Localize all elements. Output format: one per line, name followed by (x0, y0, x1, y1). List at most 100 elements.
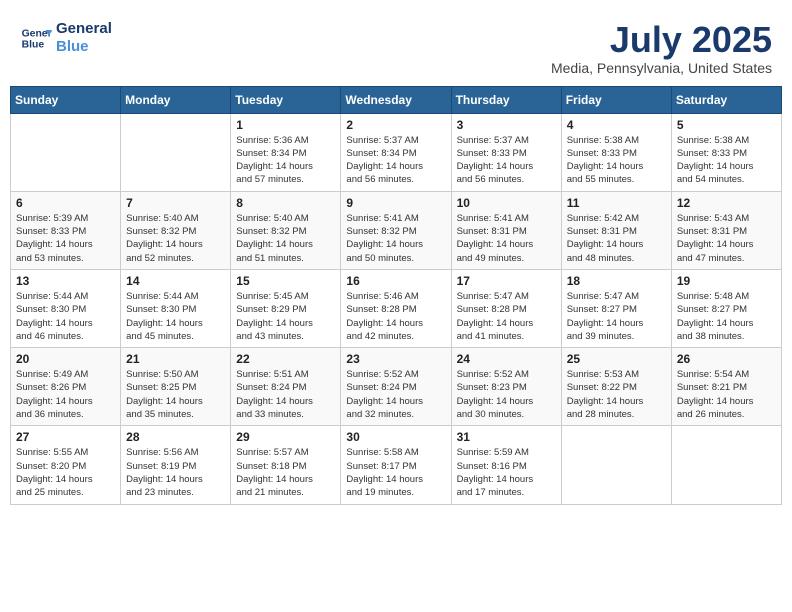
day-cell (121, 113, 231, 191)
day-number: 16 (346, 274, 445, 288)
day-info: Sunrise: 5:44 AM Sunset: 8:30 PM Dayligh… (16, 290, 115, 343)
day-info: Sunrise: 5:54 AM Sunset: 8:21 PM Dayligh… (677, 368, 776, 421)
day-info: Sunrise: 5:56 AM Sunset: 8:19 PM Dayligh… (126, 446, 225, 499)
day-info: Sunrise: 5:39 AM Sunset: 8:33 PM Dayligh… (16, 212, 115, 265)
day-cell: 22 Sunrise: 5:51 AM Sunset: 8:24 PM Dayli… (231, 348, 341, 426)
day-info: Sunrise: 5:38 AM Sunset: 8:33 PM Dayligh… (567, 134, 666, 187)
week-row-4: 20 Sunrise: 5:49 AM Sunset: 8:26 PM Dayli… (11, 348, 782, 426)
day-cell: 14 Sunrise: 5:44 AM Sunset: 8:30 PM Dayli… (121, 269, 231, 347)
day-info: Sunrise: 5:37 AM Sunset: 8:33 PM Dayligh… (457, 134, 556, 187)
day-cell: 25Sunrise: 5:53 AM Sunset: 8:22 PM Dayli… (561, 348, 671, 426)
day-number: 18 (567, 274, 666, 288)
day-cell: 5 Sunrise: 5:38 AM Sunset: 8:33 PM Daylig… (671, 113, 781, 191)
week-row-3: 13 Sunrise: 5:44 AM Sunset: 8:30 PM Dayli… (11, 269, 782, 347)
day-info: Sunrise: 5:48 AM Sunset: 8:27 PM Dayligh… (677, 290, 776, 343)
day-cell: 7 Sunrise: 5:40 AM Sunset: 8:32 PM Daylig… (121, 191, 231, 269)
day-number: 1 (236, 118, 335, 132)
day-info: Sunrise: 5:38 AM Sunset: 8:33 PM Dayligh… (677, 134, 776, 187)
day-cell: 21Sunrise: 5:50 AM Sunset: 8:25 PM Dayli… (121, 348, 231, 426)
day-info: Sunrise: 5:50 AM Sunset: 8:25 PM Dayligh… (126, 368, 225, 421)
weekday-header-monday: Monday (121, 86, 231, 113)
day-info: Sunrise: 5:36 AM Sunset: 8:34 PM Dayligh… (236, 134, 335, 187)
day-info: Sunrise: 5:52 AM Sunset: 8:24 PM Dayligh… (346, 368, 445, 421)
week-row-1: 1 Sunrise: 5:36 AM Sunset: 8:34 PM Daylig… (11, 113, 782, 191)
day-info: Sunrise: 5:41 AM Sunset: 8:32 PM Dayligh… (346, 212, 445, 265)
day-number: 9 (346, 196, 445, 210)
month-title: July 2025 (551, 20, 772, 60)
day-number: 20 (16, 352, 115, 366)
day-info: Sunrise: 5:40 AM Sunset: 8:32 PM Dayligh… (126, 212, 225, 265)
day-cell: 15Sunrise: 5:45 AM Sunset: 8:29 PM Dayli… (231, 269, 341, 347)
day-cell: 26 Sunrise: 5:54 AM Sunset: 8:21 PM Dayli… (671, 348, 781, 426)
day-cell: 10Sunrise: 5:41 AM Sunset: 8:31 PM Dayli… (451, 191, 561, 269)
svg-text:Blue: Blue (22, 40, 45, 51)
day-cell (671, 426, 781, 504)
weekday-header-thursday: Thursday (451, 86, 561, 113)
day-number: 22 (236, 352, 335, 366)
day-cell: 8Sunrise: 5:40 AM Sunset: 8:32 PM Daylig… (231, 191, 341, 269)
week-row-5: 27 Sunrise: 5:55 AM Sunset: 8:20 PM Dayli… (11, 426, 782, 504)
weekday-header-row: SundayMondayTuesdayWednesdayThursdayFrid… (11, 86, 782, 113)
day-number: 19 (677, 274, 776, 288)
logo-icon: General Blue (20, 22, 52, 54)
day-info: Sunrise: 5:57 AM Sunset: 8:18 PM Dayligh… (236, 446, 335, 499)
day-number: 2 (346, 118, 445, 132)
location-title: Media, Pennsylvania, United States (551, 60, 772, 76)
weekday-header-saturday: Saturday (671, 86, 781, 113)
day-info: Sunrise: 5:43 AM Sunset: 8:31 PM Dayligh… (677, 212, 776, 265)
day-cell: 13 Sunrise: 5:44 AM Sunset: 8:30 PM Dayli… (11, 269, 121, 347)
day-info: Sunrise: 5:51 AM Sunset: 8:24 PM Dayligh… (236, 368, 335, 421)
day-cell (11, 113, 121, 191)
day-number: 7 (126, 196, 225, 210)
day-number: 23 (346, 352, 445, 366)
day-info: Sunrise: 5:53 AM Sunset: 8:22 PM Dayligh… (567, 368, 666, 421)
day-number: 29 (236, 430, 335, 444)
day-number: 12 (677, 196, 776, 210)
day-number: 3 (457, 118, 556, 132)
day-cell: 23 Sunrise: 5:52 AM Sunset: 8:24 PM Dayli… (341, 348, 451, 426)
day-number: 28 (126, 430, 225, 444)
day-info: Sunrise: 5:58 AM Sunset: 8:17 PM Dayligh… (346, 446, 445, 499)
day-number: 14 (126, 274, 225, 288)
day-cell: 20 Sunrise: 5:49 AM Sunset: 8:26 PM Dayli… (11, 348, 121, 426)
title-block: July 2025 Media, Pennsylvania, United St… (551, 20, 772, 76)
day-number: 27 (16, 430, 115, 444)
day-cell: 19 Sunrise: 5:48 AM Sunset: 8:27 PM Dayli… (671, 269, 781, 347)
day-cell: 2Sunrise: 5:37 AM Sunset: 8:34 PM Daylig… (341, 113, 451, 191)
day-number: 5 (677, 118, 776, 132)
day-cell: 6 Sunrise: 5:39 AM Sunset: 8:33 PM Daylig… (11, 191, 121, 269)
day-number: 6 (16, 196, 115, 210)
day-cell: 29 Sunrise: 5:57 AM Sunset: 8:18 PM Dayli… (231, 426, 341, 504)
day-cell: 11 Sunrise: 5:42 AM Sunset: 8:31 PM Dayli… (561, 191, 671, 269)
day-number: 10 (457, 196, 556, 210)
day-number: 26 (677, 352, 776, 366)
day-number: 24 (457, 352, 556, 366)
logo-general: General (56, 20, 112, 38)
day-number: 11 (567, 196, 666, 210)
day-info: Sunrise: 5:52 AM Sunset: 8:23 PM Dayligh… (457, 368, 556, 421)
day-info: Sunrise: 5:46 AM Sunset: 8:28 PM Dayligh… (346, 290, 445, 343)
day-info: Sunrise: 5:42 AM Sunset: 8:31 PM Dayligh… (567, 212, 666, 265)
day-number: 30 (346, 430, 445, 444)
day-number: 13 (16, 274, 115, 288)
day-cell: 28 Sunrise: 5:56 AM Sunset: 8:19 PM Dayli… (121, 426, 231, 504)
day-cell: 27 Sunrise: 5:55 AM Sunset: 8:20 PM Dayli… (11, 426, 121, 504)
day-cell: 1 Sunrise: 5:36 AM Sunset: 8:34 PM Daylig… (231, 113, 341, 191)
day-cell: 31Sunrise: 5:59 AM Sunset: 8:16 PM Dayli… (451, 426, 561, 504)
day-number: 4 (567, 118, 666, 132)
calendar: SundayMondayTuesdayWednesdayThursdayFrid… (10, 86, 782, 505)
day-number: 17 (457, 274, 556, 288)
page-header: General Blue General Blue July 2025 Medi… (10, 10, 782, 81)
day-info: Sunrise: 5:47 AM Sunset: 8:28 PM Dayligh… (457, 290, 556, 343)
day-info: Sunrise: 5:40 AM Sunset: 8:32 PM Dayligh… (236, 212, 335, 265)
day-cell: 17 Sunrise: 5:47 AM Sunset: 8:28 PM Dayli… (451, 269, 561, 347)
day-info: Sunrise: 5:49 AM Sunset: 8:26 PM Dayligh… (16, 368, 115, 421)
day-cell: 4 Sunrise: 5:38 AM Sunset: 8:33 PM Daylig… (561, 113, 671, 191)
day-info: Sunrise: 5:44 AM Sunset: 8:30 PM Dayligh… (126, 290, 225, 343)
weekday-header-friday: Friday (561, 86, 671, 113)
day-info: Sunrise: 5:55 AM Sunset: 8:20 PM Dayligh… (16, 446, 115, 499)
weekday-header-sunday: Sunday (11, 86, 121, 113)
day-cell: 24 Sunrise: 5:52 AM Sunset: 8:23 PM Dayli… (451, 348, 561, 426)
weekday-header-tuesday: Tuesday (231, 86, 341, 113)
weekday-header-wednesday: Wednesday (341, 86, 451, 113)
